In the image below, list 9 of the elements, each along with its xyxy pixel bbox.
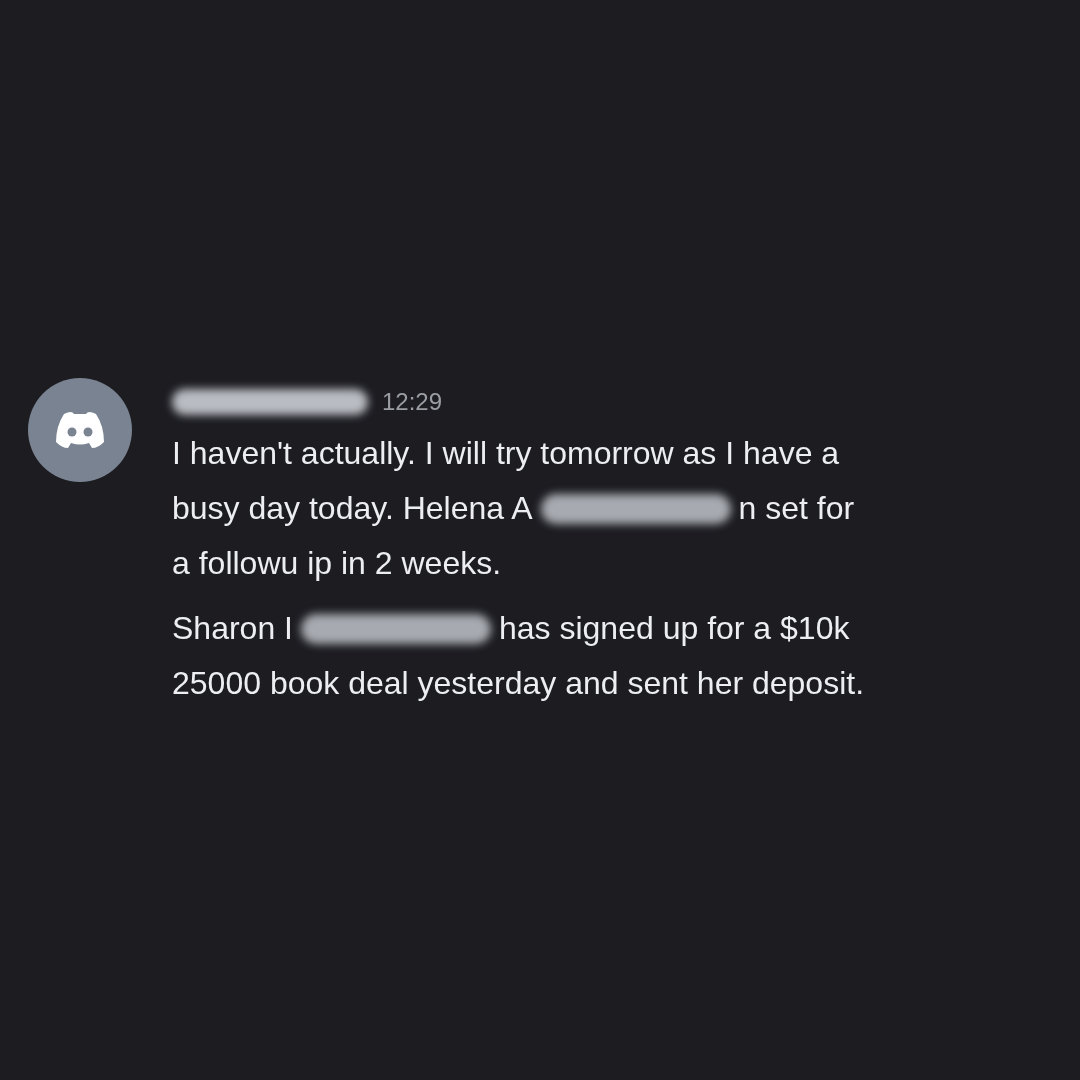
message-text: a followu ip in 2 weeks. bbox=[172, 544, 502, 583]
message-text: 25000 book deal yesterday and sent her deposit. bbox=[172, 664, 865, 703]
message-text: has signed up for a $10k bbox=[498, 609, 850, 648]
message-text: busy day today. Helena A bbox=[172, 489, 533, 528]
mascot-icon bbox=[54, 410, 106, 450]
message-text: Sharon I bbox=[172, 609, 293, 648]
message-text: I haven't actually. I will try tomorrow as I have a bbox=[172, 434, 840, 473]
message-text: n set for bbox=[738, 489, 855, 528]
message-time: 12:29 bbox=[382, 388, 443, 416]
